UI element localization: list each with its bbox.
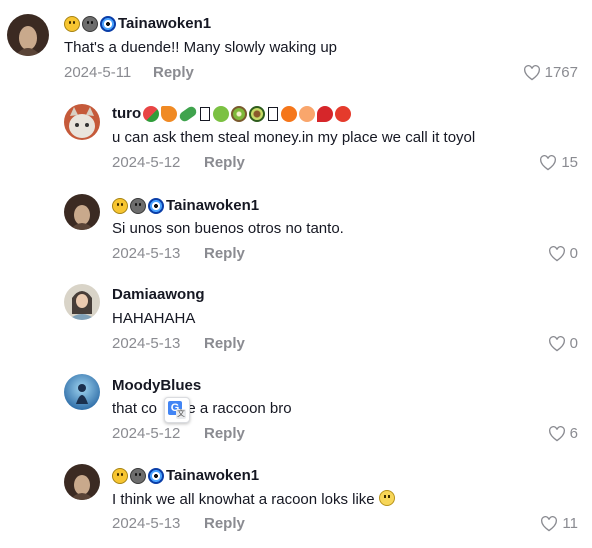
like-button[interactable]: 1767 — [523, 64, 578, 82]
reply-button[interactable]: Reply — [204, 154, 245, 172]
reply-button[interactable]: Reply — [153, 64, 194, 82]
comment-username[interactable]: Tainawoken1 — [112, 197, 259, 215]
nazar-eye-icon — [148, 198, 164, 214]
heart-icon — [540, 155, 557, 171]
nazar-eye-icon — [100, 16, 116, 32]
comment-text: that co be a raccoon bro — [112, 400, 292, 418]
smiley-icon — [112, 468, 128, 484]
avatar[interactable] — [64, 464, 100, 500]
comment-text: That's a duende!! Many slowly waking up — [64, 39, 338, 56]
comment-username[interactable]: turo — [112, 104, 353, 124]
avatar[interactable] — [7, 14, 49, 56]
comment-item: Tainawoken1 That's a duende!! Many slowl… — [0, 0, 592, 90]
missing-glyph-icon — [200, 107, 211, 121]
reply-button[interactable]: Reply — [204, 335, 245, 353]
avatar[interactable] — [64, 374, 100, 410]
comment-date: 2024-5-13 — [112, 335, 181, 352]
reply-button[interactable]: Reply — [204, 515, 245, 533]
comment-text: HAHAHAHA — [112, 310, 196, 327]
chili-icon — [317, 106, 334, 122]
grey-face-icon — [130, 198, 146, 214]
reply-button[interactable]: Reply — [204, 425, 245, 443]
comment-item: Tainawoken1 Si unos son buenos otros no … — [0, 180, 592, 270]
comment-date: 2024-5-12 — [112, 425, 181, 442]
google-translate-button[interactable]: G 文 — [164, 397, 190, 423]
like-count: 11 — [562, 515, 578, 532]
grey-face-icon — [82, 16, 98, 32]
comment-username[interactable]: Damiaawong — [112, 286, 205, 304]
comment-text-end: be a raccoon bro — [179, 400, 292, 417]
rolling-eyes-icon — [378, 490, 395, 506]
tangerine-icon — [281, 106, 298, 122]
comment-text: Si unos son buenos otros no tanto. — [112, 220, 344, 237]
smiley-icon — [64, 16, 80, 32]
like-count: 0 — [569, 335, 578, 352]
comment-date: 2024-5-13 — [112, 515, 181, 532]
username-emojis — [64, 16, 116, 32]
comment-item: Tainawoken1 I think we all knowhat a rac… — [0, 450, 592, 548]
like-button[interactable]: 6 — [548, 425, 578, 443]
username-emojis — [112, 468, 164, 484]
carrot-icon — [161, 106, 178, 122]
comment-text-body: I think we all knowhat a racoon loks lik… — [112, 491, 375, 508]
comment-item: Damiaawong HAHAHAHA 2024-5-13 Reply 0 — [0, 270, 592, 360]
like-button[interactable]: 15 — [539, 154, 578, 172]
username-text: Damiaawong — [112, 286, 205, 303]
comment-date: 2024-5-13 — [112, 245, 181, 262]
like-count: 0 — [569, 245, 578, 262]
like-button[interactable]: 11 — [540, 515, 578, 533]
translate-char-icon: 文 — [176, 409, 186, 419]
smiley-icon — [112, 198, 128, 214]
watermelon-icon — [143, 106, 160, 122]
like-button[interactable]: 0 — [548, 335, 578, 353]
reply-button[interactable]: Reply — [204, 245, 245, 263]
username-text: Tainawoken1 — [166, 197, 260, 214]
username-text: MoodyBlues — [112, 377, 202, 394]
comment-username[interactable]: MoodyBlues — [112, 377, 201, 395]
heart-icon — [548, 246, 565, 262]
cucumber-icon — [177, 104, 199, 124]
username-emojis — [112, 198, 164, 214]
like-count: 6 — [569, 425, 578, 442]
missing-glyph-icon — [268, 107, 279, 121]
comment-item: MoodyBlues that co be a raccoon bro G 文 2… — [0, 360, 592, 450]
like-button[interactable]: 0 — [548, 245, 578, 263]
comment-text: I think we all knowhat a racoon loks lik… — [112, 490, 395, 509]
green-apple-icon — [213, 106, 230, 122]
avatar[interactable] — [64, 194, 100, 230]
kiwi-icon — [231, 106, 248, 122]
username-emojis — [143, 104, 352, 124]
comment-text-start: that co — [112, 400, 158, 417]
comment-item: turo u can ask them steal money.in my pl… — [0, 90, 592, 180]
username-text: Tainawoken1 — [118, 15, 212, 32]
comment-date: 2024-5-11 — [64, 64, 132, 81]
heart-icon — [541, 516, 558, 532]
comment-username[interactable]: Tainawoken1 — [112, 467, 259, 485]
heart-icon — [548, 426, 565, 442]
avocado-icon — [249, 106, 266, 122]
like-count: 1767 — [544, 64, 578, 81]
username-text: turo — [112, 105, 142, 122]
comment-username[interactable]: Tainawoken1 — [64, 15, 211, 33]
like-count: 15 — [561, 154, 578, 171]
comment-text: u can ask them steal money.in my place w… — [112, 129, 476, 146]
heart-icon — [523, 65, 540, 81]
nazar-eye-icon — [148, 468, 164, 484]
avatar[interactable] — [64, 284, 100, 320]
peach-icon — [299, 106, 316, 122]
grey-face-icon — [130, 468, 146, 484]
heart-icon — [548, 336, 565, 352]
comment-date: 2024-5-12 — [112, 154, 181, 171]
username-text: Tainawoken1 — [166, 467, 260, 484]
avatar[interactable] — [64, 104, 100, 140]
tomato-icon — [335, 106, 352, 122]
